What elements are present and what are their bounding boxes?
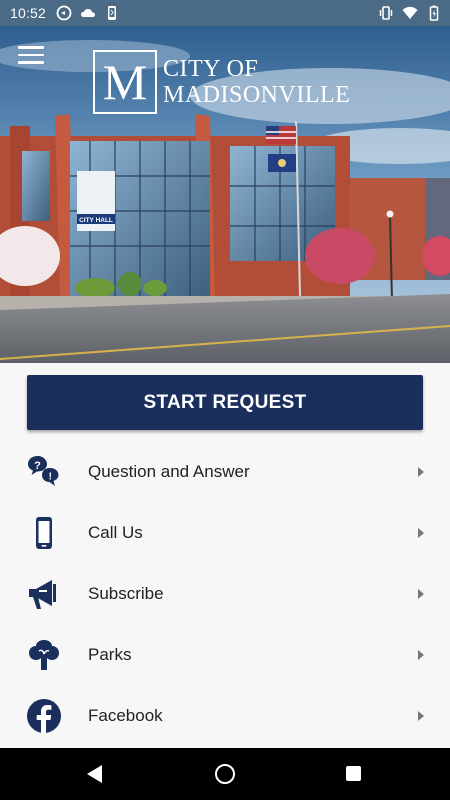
- menu-item-parks[interactable]: Parks: [0, 625, 450, 686]
- start-request-button[interactable]: START REQUEST: [27, 375, 423, 430]
- menu-item-subscribe[interactable]: Subscribe: [0, 563, 450, 624]
- main-content: START REQUEST ? ! Question and Answer Ca…: [0, 363, 450, 748]
- battery-icon: [429, 5, 439, 21]
- home-icon[interactable]: [215, 764, 235, 784]
- menu-list: ? ! Question and Answer Call Us Subscrib…: [0, 441, 450, 747]
- menu-item-label: Facebook: [88, 706, 163, 726]
- menu-item-label: Subscribe: [88, 583, 164, 603]
- navigation-bar: [0, 748, 450, 800]
- phone-sync-icon: [108, 6, 117, 20]
- logo-monogram: M: [93, 50, 157, 114]
- vibrate-icon: [379, 6, 393, 20]
- menu-item-question-and-answer[interactable]: ? ! Question and Answer: [0, 441, 450, 502]
- logo-line-1: CITY OF: [163, 56, 259, 82]
- wifi-icon: [402, 6, 418, 19]
- logo-line-2: MADISONVILLE: [163, 82, 351, 108]
- svg-text:!: !: [49, 471, 52, 482]
- megaphone-icon: [29, 579, 56, 609]
- menu-item-label: Question and Answer: [88, 461, 250, 481]
- recent-apps-icon[interactable]: [346, 766, 361, 781]
- status-time: 10:52: [10, 5, 47, 21]
- chevron-right-icon: [418, 527, 424, 538]
- chevron-right-icon: [418, 650, 424, 661]
- back-icon[interactable]: [87, 765, 102, 783]
- menu-item-label: Parks: [88, 645, 132, 665]
- menu-item-label: Call Us: [88, 522, 143, 542]
- cloud-icon: [81, 9, 96, 17]
- menu-item-facebook[interactable]: Facebook: [0, 686, 450, 747]
- facebook-icon: [27, 699, 61, 734]
- vpn-key-icon: [56, 5, 72, 21]
- status-left-icons: [56, 5, 120, 21]
- menu-item-call-us[interactable]: Call Us: [0, 502, 450, 563]
- chevron-right-icon: [418, 711, 424, 722]
- hamburger-menu-icon[interactable]: [18, 46, 44, 66]
- chevron-right-icon: [418, 588, 424, 599]
- tree-icon: [29, 640, 59, 671]
- status-bar: 10:52: [0, 0, 450, 26]
- svg-text:?: ?: [34, 460, 41, 472]
- hero-image: CITY HALL M CITY OF MADISONVILLE: [0, 26, 450, 363]
- status-right-icons: [378, 5, 442, 21]
- city-hall-sign: CITY HALL: [79, 217, 113, 224]
- city-logo: M CITY OF MADISONVILLE: [93, 50, 350, 114]
- question-answer-icon: ? !: [28, 455, 59, 486]
- logo-text: CITY OF MADISONVILLE: [163, 56, 350, 108]
- mobile-phone-icon: [36, 516, 52, 549]
- chevron-right-icon: [418, 466, 424, 477]
